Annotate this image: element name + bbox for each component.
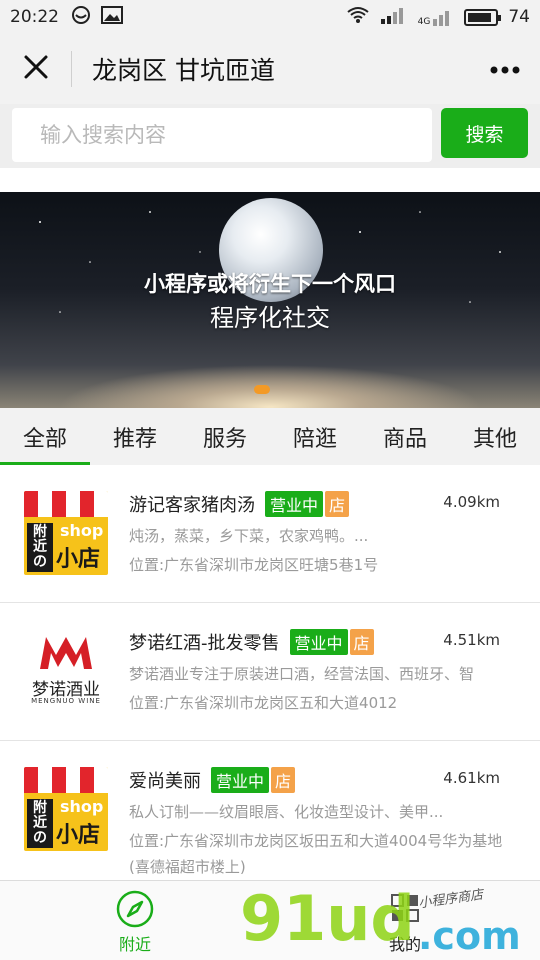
logo-text-shop: shop [60, 521, 104, 540]
store-item[interactable]: 附近の shop 小店 爱尚美丽 营业中 店 4.61km 私人订制——纹眉眼唇… [0, 741, 540, 881]
store-description: 梦诺酒业专注于原装进口酒，经营法国、西班牙、智 [129, 665, 475, 683]
wifi-icon [346, 5, 370, 30]
tab-recommend[interactable]: 推荐 [90, 408, 180, 465]
store-address: 位置:广东省深圳市龙岗区五和大道4012 [129, 694, 398, 712]
status-bar: 20:22 4G 74 [0, 0, 540, 34]
grid-icon [391, 894, 419, 922]
wine-m-logo [40, 637, 92, 669]
logo-text-nearby: 附近の [27, 523, 53, 572]
status-badge: 营业中 [289, 629, 348, 655]
store-distance: 4.51km [443, 631, 500, 649]
store-name: 梦诺红酒-批发零售 [129, 633, 280, 654]
store-address: 位置:广东省深圳市龙岗区旺塘5巷1号 [129, 556, 379, 574]
store-name: 爱尚美丽 [129, 771, 201, 792]
tab-other[interactable]: 其他 [450, 408, 540, 465]
carousel-indicator[interactable] [254, 385, 270, 394]
search-bar: 搜索 [0, 104, 540, 168]
logo-text-shop: shop [60, 797, 104, 816]
nav-mine[interactable]: 我的 [360, 881, 450, 960]
signal-icon [380, 5, 408, 30]
more-dots-icon [489, 60, 521, 79]
store-name-row: 游记客家猪肉汤 营业中 店 [129, 491, 350, 517]
logo-text-en: MENGNUO WINE [31, 697, 101, 705]
title-bar: 龙岗区 甘坑匝道 [0, 34, 540, 104]
bottom-nav: 附近 我的 [0, 880, 540, 960]
status-time: 20:22 [10, 7, 59, 27]
compass-icon [116, 890, 154, 928]
store-logo: 附近の shop 小店 [24, 767, 108, 851]
status-badge: 营业中 [265, 491, 324, 517]
nav-mine-label: 我的 [388, 935, 421, 954]
banner-subline: 程序化社交 [210, 304, 330, 332]
store-item[interactable]: 梦诺酒业 MENGNUO WINE 梦诺红酒-批发零售 营业中 店 4.51km… [0, 603, 540, 741]
battery-icon [464, 8, 502, 26]
network-type: 4G [417, 17, 431, 27]
store-name-row: 爱尚美丽 营业中 店 [129, 767, 296, 793]
store-address: 位置:广东省深圳市龙岗区坂田五和大道4004号华为基地(喜德福超市楼上) [129, 832, 503, 876]
close-button[interactable] [0, 51, 72, 87]
store-description: 私人订制——纹眉眼唇、化妆造型设计、美甲... [129, 803, 444, 821]
type-badge: 店 [325, 491, 350, 517]
banner-carousel[interactable]: 小程序或将衍生下一个风口 程序化社交 [0, 192, 540, 408]
nav-nearby-label: 附近 [118, 935, 151, 954]
status-badge: 营业中 [211, 767, 270, 793]
tab-shopping-companion[interactable]: 陪逛 [270, 408, 360, 465]
logo-text-small-shop: 小店 [56, 547, 101, 572]
store-description: 炖汤，蒸菜，乡下菜，农家鸡鸭。... [129, 527, 369, 545]
awning-graphic [24, 491, 108, 517]
close-icon [23, 54, 49, 84]
more-menu-button[interactable] [470, 34, 540, 104]
app-notification-icon [71, 5, 91, 30]
store-logo: 梦诺酒业 MENGNUO WINE [24, 629, 108, 713]
search-button[interactable]: 搜索 [441, 108, 528, 158]
banner-headline: 小程序或将衍生下一个风口 [144, 272, 396, 296]
tab-service[interactable]: 服务 [180, 408, 270, 465]
tab-all[interactable]: 全部 [0, 408, 90, 465]
type-badge: 店 [271, 767, 296, 793]
nav-nearby[interactable]: 附近 [90, 881, 180, 960]
status-right: 4G 74 [346, 5, 530, 30]
store-name-row: 梦诺红酒-批发零售 营业中 店 [129, 629, 374, 655]
store-logo: 附近の shop 小店 [24, 491, 108, 575]
store-name: 游记客家猪肉汤 [129, 495, 255, 516]
awning-graphic [24, 767, 108, 793]
tab-products[interactable]: 商品 [360, 408, 450, 465]
store-list: 附近の shop 小店 游记客家猪肉汤 营业中 店 4.09km 炖汤，蒸菜，乡… [0, 465, 540, 881]
store-distance: 4.61km [443, 769, 500, 787]
store-distance: 4.09km [443, 493, 500, 511]
image-notification-icon [101, 5, 123, 30]
battery-level: 74 [508, 7, 530, 27]
store-item[interactable]: 附近の shop 小店 游记客家猪肉汤 营业中 店 4.09km 炖汤，蒸菜，乡… [0, 465, 540, 603]
logo-text-small-shop: 小店 [56, 823, 101, 848]
logo-text-nearby: 附近の [27, 799, 53, 848]
signal-4g-icon: 4G [418, 7, 455, 27]
type-badge: 店 [349, 629, 374, 655]
page-title: 龙岗区 甘坑匝道 [92, 56, 275, 85]
category-tabs: 全部 推荐 服务 陪逛 商品 其他 [0, 408, 540, 465]
search-input[interactable] [12, 108, 432, 162]
